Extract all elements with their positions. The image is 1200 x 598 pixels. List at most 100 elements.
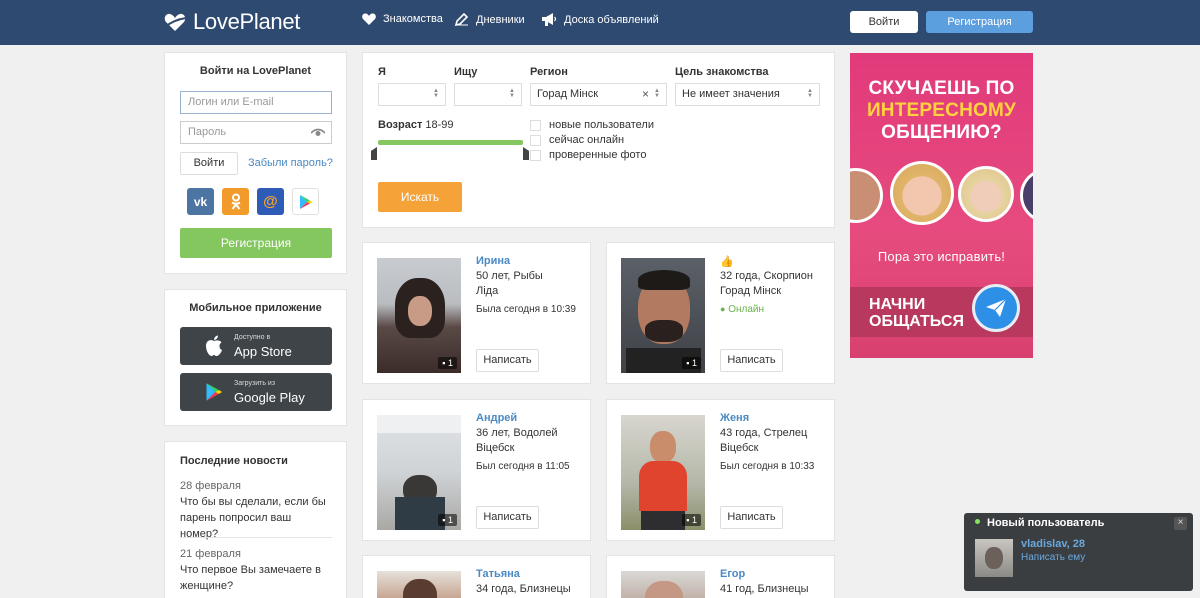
profile-info: 50 лет, Рыбы — [476, 270, 543, 282]
app-store-button[interactable]: Доступно в App Store — [180, 327, 332, 365]
header-register-button[interactable]: Регистрация — [926, 11, 1033, 33]
popup-user[interactable]: vladislav, 28 — [1021, 538, 1085, 550]
profile-name[interactable]: Андрей — [476, 412, 517, 424]
write-button[interactable]: Написать — [720, 506, 783, 529]
profile-info: 36 лет, Водолей — [476, 427, 558, 439]
popup-avatar[interactable] — [975, 539, 1013, 577]
region-select[interactable]: Горад Мінск × ▲ ▼ — [530, 83, 667, 106]
login-panel: Войти на LovePlanet Логин или E-mail Пар… — [164, 52, 347, 274]
news-item-link[interactable]: Что бы вы сделали, если бы парень попрос… — [180, 494, 330, 542]
logo-text: LovePlanet — [193, 9, 301, 34]
forgot-password-link[interactable]: Забыли пароль? — [248, 157, 333, 169]
profile-info: 41 год, Близнецы — [720, 583, 809, 595]
profile-card[interactable]: ▪ 1 Андрей 36 лет, Водолей Віцебск Был с… — [362, 399, 591, 541]
profile-city: Віцебск — [476, 442, 515, 454]
write-button[interactable]: Написать — [476, 506, 539, 529]
photo-face — [645, 581, 683, 598]
profile-photo[interactable]: ▪ 1 — [377, 415, 461, 530]
checkbox[interactable] — [530, 149, 541, 161]
close-icon[interactable]: × — [1174, 517, 1187, 530]
profile-name[interactable]: Женя — [720, 412, 749, 424]
profile-name[interactable]: 👍 — [720, 255, 734, 268]
goal-select[interactable]: Не имеет значения ▲ ▼ — [675, 83, 820, 106]
profile-name[interactable]: Татьяна — [476, 568, 520, 580]
ad-face — [850, 168, 883, 223]
ad-face — [1020, 168, 1033, 223]
profile-card[interactable]: Татьяна 34 года, Близнецы — [362, 555, 591, 598]
age-slider-track[interactable] — [378, 140, 523, 145]
profile-photo[interactable]: ▪ 1 — [377, 258, 461, 373]
check-label: сейчас онлайн — [549, 134, 625, 146]
select-arrows-icon: ▲ ▼ — [807, 88, 813, 99]
photo-count-badge: ▪ 1 — [682, 357, 701, 369]
send-icon[interactable] — [972, 284, 1020, 332]
news-item-link[interactable]: Что первое Вы замечаете в женщине? — [180, 562, 330, 594]
profile-city: Горад Мінск — [720, 285, 782, 297]
google-play-icon[interactable] — [292, 188, 319, 215]
write-button[interactable]: Написать — [476, 349, 539, 372]
mailru-icon[interactable]: @ — [257, 188, 284, 215]
ad-banner[interactable]: СКУЧАЕШЬ ПО ИНТЕРЕСНОМУ ОБЩЕНИЮ? Пора эт… — [850, 53, 1033, 358]
profile-photo[interactable] — [621, 571, 705, 598]
check-label: проверенные фото — [549, 149, 647, 161]
profile-card[interactable]: ▪ 1 Женя 43 года, Стрелец Віцебск Был се… — [606, 399, 835, 541]
apple-icon — [206, 335, 222, 356]
checkbox[interactable] — [530, 119, 541, 131]
photo-count-badge: ▪ 1 — [682, 514, 701, 526]
logo[interactable]: LovePlanet — [163, 8, 300, 36]
login-register-button[interactable]: Регистрация — [180, 228, 332, 258]
goal-label: Цель знакомства — [675, 66, 769, 78]
profile-card[interactable]: ▪ 1 Ирина 50 лет, Рыбы Ліда Была сегодня… — [362, 242, 591, 384]
top-header: LovePlanet Знакомства Дневники Доска объ… — [0, 0, 1200, 45]
odnoklassniki-icon[interactable] — [222, 188, 249, 215]
check-new-users[interactable]: новые пользователи — [530, 119, 654, 131]
popup-action[interactable]: Написать ему — [1021, 552, 1085, 563]
online-user-icon: ● — [720, 304, 726, 314]
photo-count-badge: ▪ 1 — [438, 514, 457, 526]
photo-ceiling — [377, 415, 461, 433]
ad-cta: НАЧНИ ОБЩАТЬСЯ — [869, 296, 964, 330]
age-max-handle[interactable] — [523, 147, 529, 160]
seek-label: Ищу — [454, 66, 478, 78]
nav-board[interactable]: Доска объявлений — [541, 13, 659, 26]
vk-icon[interactable]: vk — [187, 188, 214, 215]
vk-glyph: vk — [193, 194, 208, 209]
clear-icon[interactable]: × — [642, 84, 649, 105]
heart-icon — [362, 13, 376, 25]
ad-line1: СКУЧАЕШЬ ПО — [868, 78, 1015, 99]
profile-name[interactable]: Егор — [720, 568, 745, 580]
check-verified-photo[interactable]: проверенные фото — [530, 149, 646, 161]
search-button[interactable]: Искать — [378, 182, 462, 212]
profile-photo[interactable]: ▪ 1 — [621, 258, 705, 373]
new-user-popup[interactable]: Новый пользователь × vladislav, 28 Напис… — [964, 513, 1193, 591]
age-min-handle[interactable] — [371, 147, 377, 160]
google-play-button[interactable]: Загрузить из Google Play — [180, 373, 332, 411]
profile-photo[interactable] — [377, 571, 461, 598]
i-select[interactable]: ▲ ▼ — [378, 83, 446, 106]
news-date: 28 февраля — [180, 480, 241, 492]
checkbox[interactable] — [530, 134, 541, 146]
nav-diaries-label: Дневники — [476, 13, 525, 26]
profile-name[interactable]: Ирина — [476, 255, 510, 267]
profile-card[interactable]: ▪ 1 👍 32 года, Скорпион Горад Мінск ● Он… — [606, 242, 835, 384]
eye-icon[interactable] — [311, 128, 325, 137]
write-button[interactable]: Написать — [720, 349, 783, 372]
nav-dating-label: Знакомства — [383, 13, 443, 25]
header-login-button[interactable]: Войти — [850, 11, 918, 33]
password-placeholder: Пароль — [188, 126, 227, 138]
login-input[interactable]: Логин или E-mail — [180, 91, 332, 114]
password-input[interactable]: Пароль — [180, 121, 332, 144]
megaphone-icon — [542, 13, 557, 26]
check-label: новые пользователи — [549, 119, 654, 131]
nav-dating[interactable]: Знакомства — [362, 13, 443, 25]
seek-select[interactable]: ▲ ▼ — [454, 83, 522, 106]
profile-photo[interactable]: ▪ 1 — [621, 415, 705, 530]
login-submit-button[interactable]: Войти — [180, 152, 238, 175]
profile-info: 34 года, Близнецы — [476, 583, 571, 595]
profile-card[interactable]: Егор 41 год, Близнецы — [606, 555, 835, 598]
mobile-app-panel: Мобильное приложение Доступно в App Stor… — [164, 289, 347, 426]
camera-icon: ▪ — [442, 358, 446, 368]
profile-status: Был сегодня в 11:05 — [476, 461, 570, 472]
check-online-now[interactable]: сейчас онлайн — [530, 134, 624, 146]
nav-diaries[interactable]: Дневники — [455, 13, 525, 26]
